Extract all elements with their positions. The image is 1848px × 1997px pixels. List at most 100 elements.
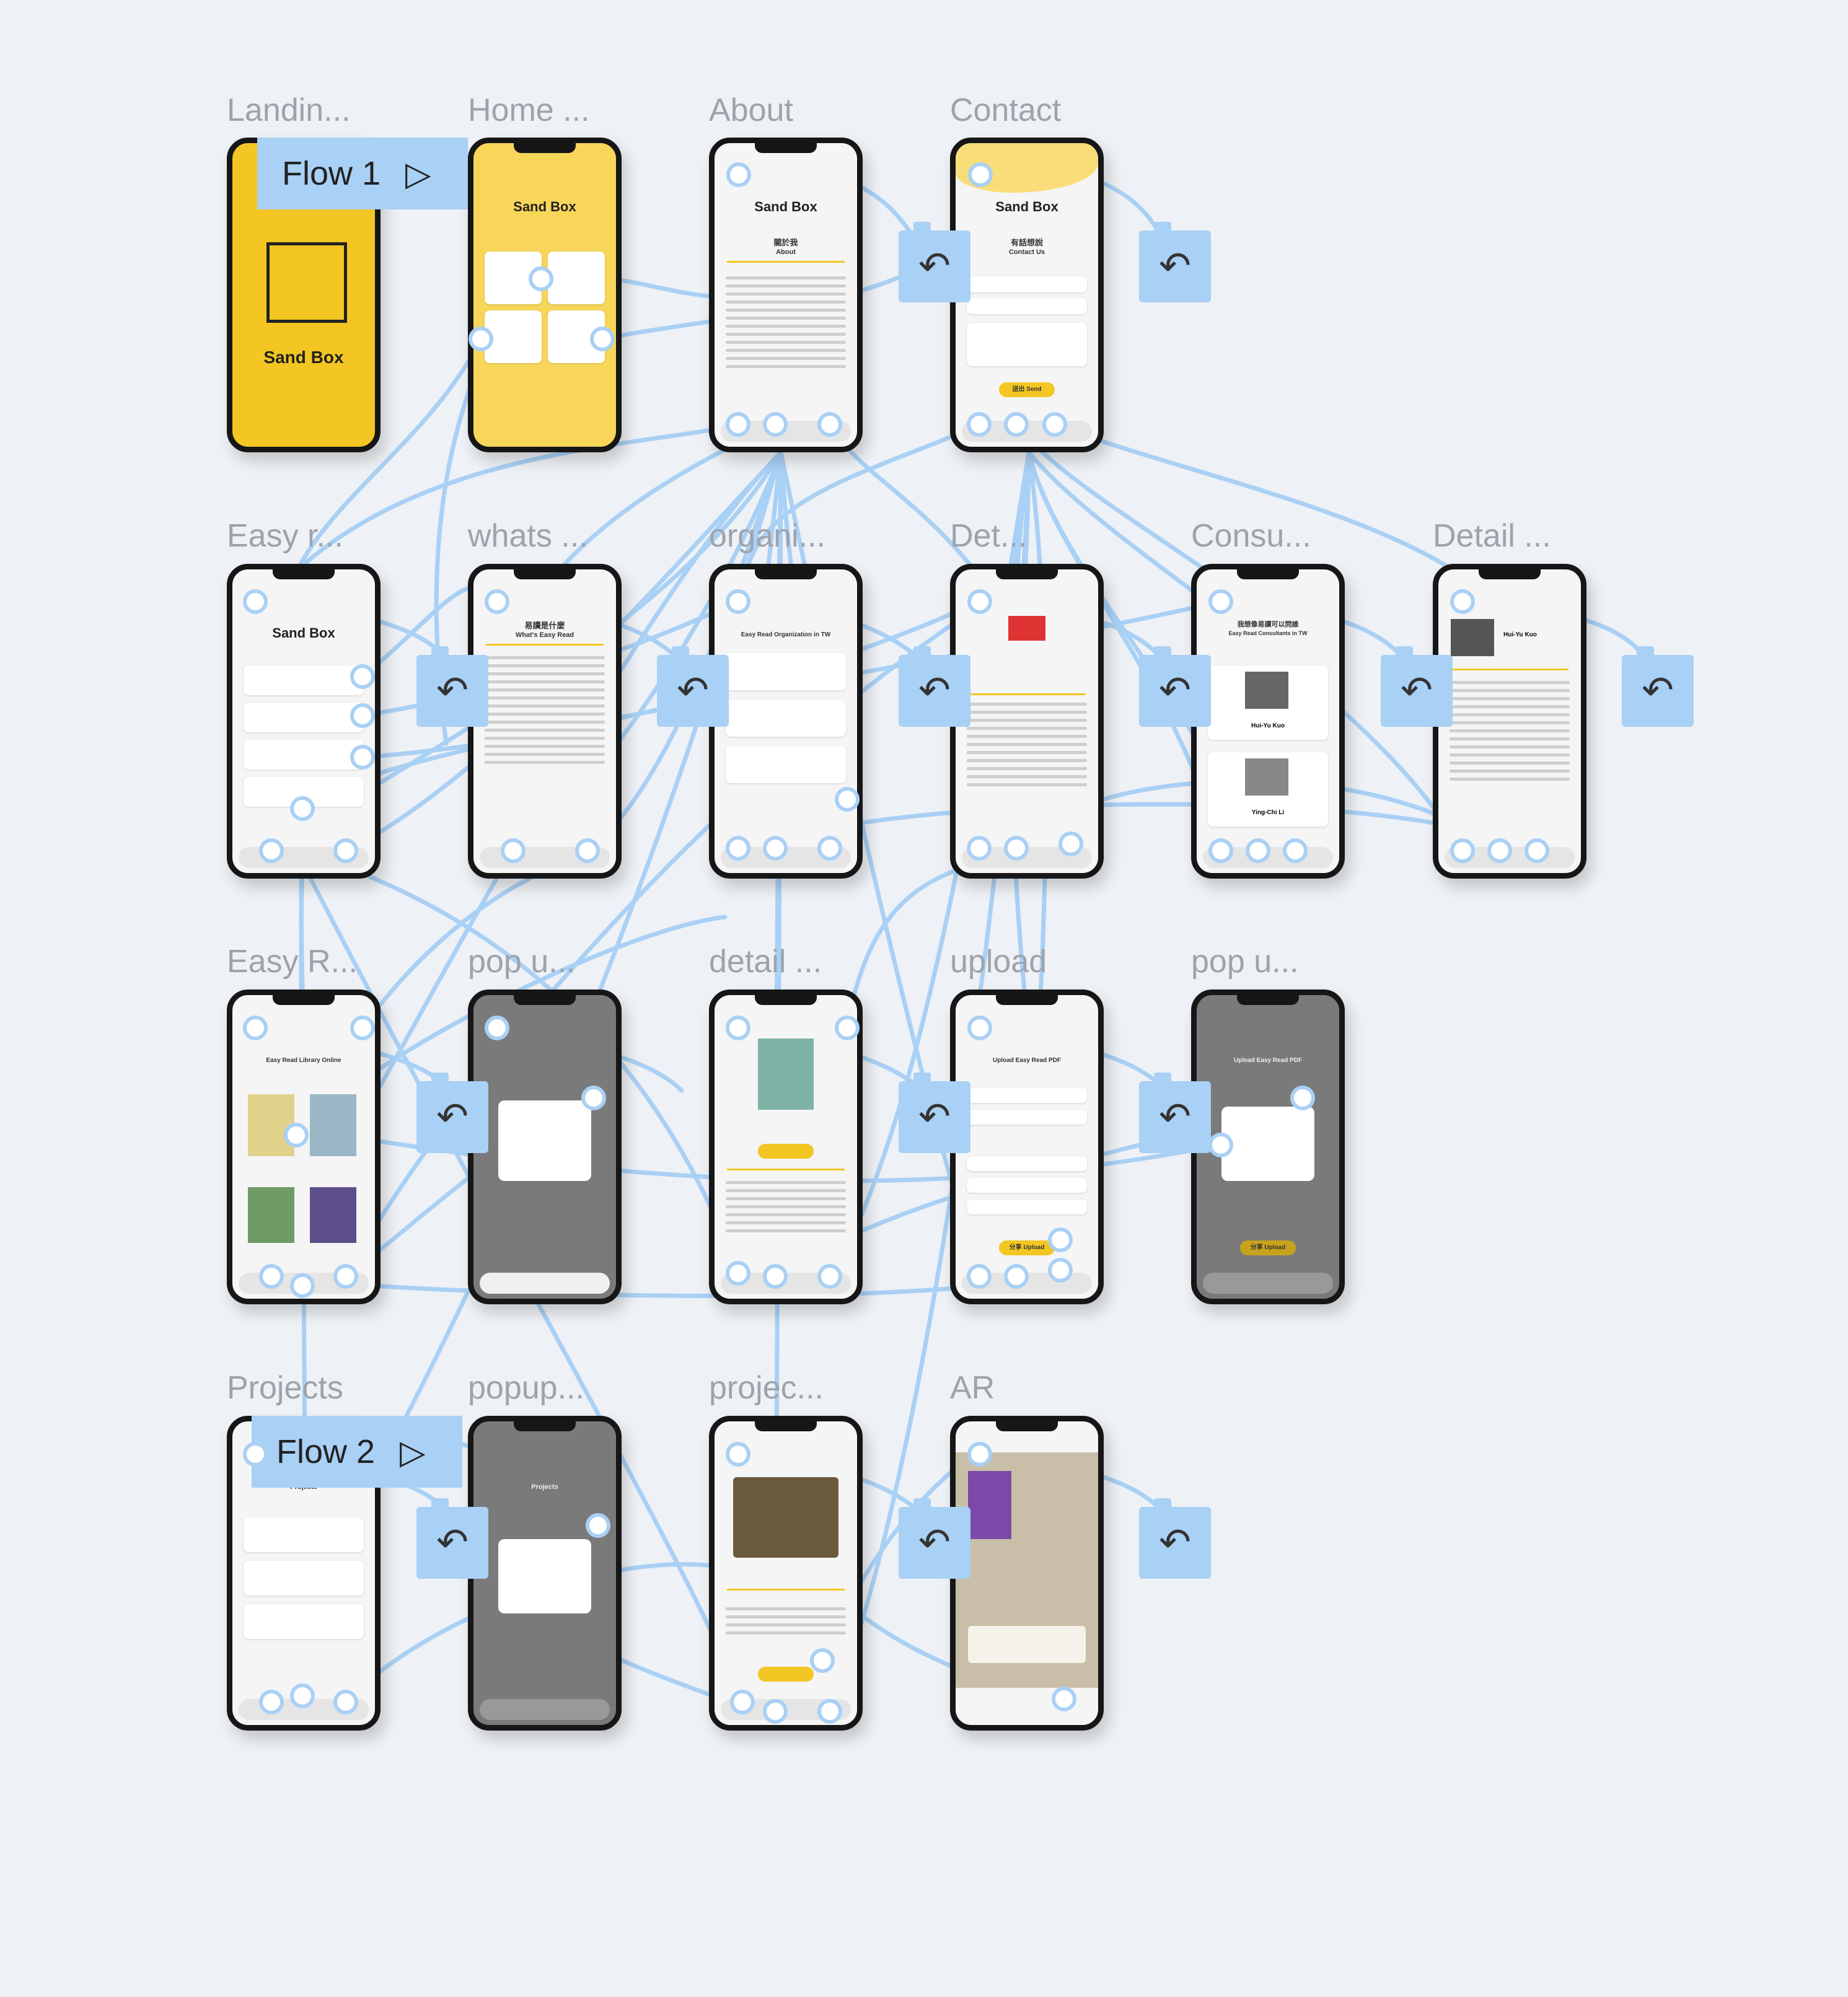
hotspot[interactable]	[1246, 838, 1270, 863]
back-action[interactable]: ↶	[416, 1073, 488, 1153]
hotspot[interactable]	[817, 836, 842, 861]
frame-title-easy-read[interactable]: Easy r...	[227, 517, 343, 555]
hotspot[interactable]	[469, 327, 493, 351]
hotspot[interactable]	[730, 1690, 755, 1714]
hotspot[interactable]	[284, 1123, 309, 1148]
hotspot[interactable]	[586, 1513, 610, 1538]
frame-title-project-detail[interactable]: projec...	[709, 1369, 824, 1407]
hotspot[interactable]	[968, 162, 993, 187]
hotspot[interactable]	[350, 1016, 375, 1040]
hotspot[interactable]	[763, 1699, 788, 1724]
back-action[interactable]: ↶	[1622, 646, 1694, 727]
frame-title-upload[interactable]: upload	[950, 943, 1047, 980]
frame-title-profile[interactable]: Detail ...	[1433, 517, 1551, 555]
hotspot[interactable]	[1004, 836, 1029, 861]
hotspot[interactable]	[817, 1699, 842, 1724]
hotspot[interactable]	[763, 412, 788, 437]
hotspot[interactable]	[1042, 412, 1067, 437]
hotspot[interactable]	[967, 589, 992, 614]
hotspot[interactable]	[333, 1264, 358, 1289]
hotspot[interactable]	[259, 838, 284, 863]
flow-start-label[interactable]: Flow 1 ▷	[257, 138, 468, 209]
frame-title-landing[interactable]: Landin...	[227, 92, 351, 129]
hotspot[interactable]	[290, 1683, 315, 1708]
hotspot[interactable]	[967, 836, 992, 861]
hotspot[interactable]	[1290, 1086, 1315, 1110]
hotspot[interactable]	[726, 836, 750, 861]
hotspot[interactable]	[581, 1086, 606, 1110]
hotspot[interactable]	[967, 412, 992, 437]
frame-title-detail[interactable]: Det...	[950, 517, 1027, 555]
hotspot[interactable]	[763, 1264, 788, 1289]
hotspot[interactable]	[726, 1261, 750, 1286]
hotspot[interactable]	[333, 1690, 358, 1714]
hotspot[interactable]	[726, 412, 750, 437]
back-action[interactable]: ↶	[1139, 222, 1211, 302]
hotspot[interactable]	[259, 1690, 284, 1714]
frame-title-projects[interactable]: Projects	[227, 1369, 343, 1407]
hotspot[interactable]	[1004, 1264, 1029, 1289]
hotspot[interactable]	[1487, 838, 1512, 863]
back-action[interactable]: ↶	[416, 1498, 488, 1579]
hotspot[interactable]	[1004, 412, 1029, 437]
frame-title-about[interactable]: About	[709, 92, 793, 129]
hotspot[interactable]	[1525, 838, 1549, 863]
frame-title-projects-popup[interactable]: popup...	[468, 1369, 584, 1407]
hotspot[interactable]	[243, 1016, 268, 1040]
back-action[interactable]: ↶	[1139, 1073, 1211, 1153]
hotspot[interactable]	[1450, 838, 1475, 863]
hotspot[interactable]	[835, 1016, 860, 1040]
hotspot[interactable]	[529, 266, 553, 291]
hotspot[interactable]	[290, 1273, 315, 1298]
hotspot[interactable]	[967, 1016, 992, 1040]
hotspot[interactable]	[485, 1016, 509, 1040]
hotspot[interactable]	[575, 838, 600, 863]
frame-home[interactable]: Sand Box	[468, 138, 622, 452]
hotspot[interactable]	[333, 838, 358, 863]
frame-title-consultants[interactable]: Consu...	[1191, 517, 1311, 555]
back-action[interactable]: ↶	[899, 1498, 970, 1579]
frame-title-home[interactable]: Home ...	[468, 92, 590, 129]
back-action[interactable]: ↶	[899, 1073, 970, 1153]
hotspot[interactable]	[350, 745, 375, 770]
hotspot[interactable]	[1048, 1227, 1073, 1252]
hotspot[interactable]	[1052, 1687, 1076, 1711]
hotspot[interactable]	[810, 1648, 835, 1673]
hotspot[interactable]	[726, 162, 751, 187]
hotspot[interactable]	[726, 1016, 750, 1040]
hotspot[interactable]	[1048, 1258, 1073, 1283]
frame-title-easy-read-library[interactable]: Easy R...	[227, 943, 358, 980]
hotspot[interactable]	[817, 412, 842, 437]
hotspot[interactable]	[485, 589, 509, 614]
hotspot[interactable]	[1208, 838, 1233, 863]
back-action[interactable]: ↶	[416, 646, 488, 727]
hotspot[interactable]	[590, 327, 615, 351]
play-triangle-icon[interactable]: ▷	[400, 1433, 426, 1472]
hotspot[interactable]	[259, 1264, 284, 1289]
back-action[interactable]: ↶	[1139, 646, 1211, 727]
frame-projects-popup[interactable]: Projects	[468, 1416, 622, 1731]
hotspot[interactable]	[1283, 838, 1308, 863]
frame-title-organization[interactable]: organi...	[709, 517, 825, 555]
hotspot[interactable]	[967, 1264, 992, 1289]
hotspot[interactable]	[1058, 832, 1083, 856]
back-action[interactable]: ↶	[657, 646, 729, 727]
hotspot[interactable]	[243, 589, 268, 614]
frame-title-whats[interactable]: whats ...	[468, 517, 588, 555]
hotspot[interactable]	[726, 589, 750, 614]
hotspot[interactable]	[350, 664, 375, 689]
frame-title-ar[interactable]: AR	[950, 1369, 995, 1407]
hotspot[interactable]	[350, 703, 375, 728]
back-action[interactable]: ↶	[1381, 646, 1453, 727]
hotspot[interactable]	[1208, 589, 1233, 614]
frame-title-upload-popup[interactable]: pop u...	[1191, 943, 1298, 980]
hotspot[interactable]	[967, 1442, 992, 1467]
back-action[interactable]: ↶	[1139, 1498, 1211, 1579]
frame-title-popup[interactable]: pop u...	[468, 943, 575, 980]
hotspot[interactable]	[726, 1442, 750, 1467]
back-action[interactable]: ↶	[899, 646, 970, 727]
hotspot[interactable]	[835, 787, 860, 812]
frame-title-contact[interactable]: Contact	[950, 92, 1061, 129]
hotspot[interactable]	[243, 1442, 268, 1467]
back-action[interactable]: ↶	[899, 222, 970, 302]
